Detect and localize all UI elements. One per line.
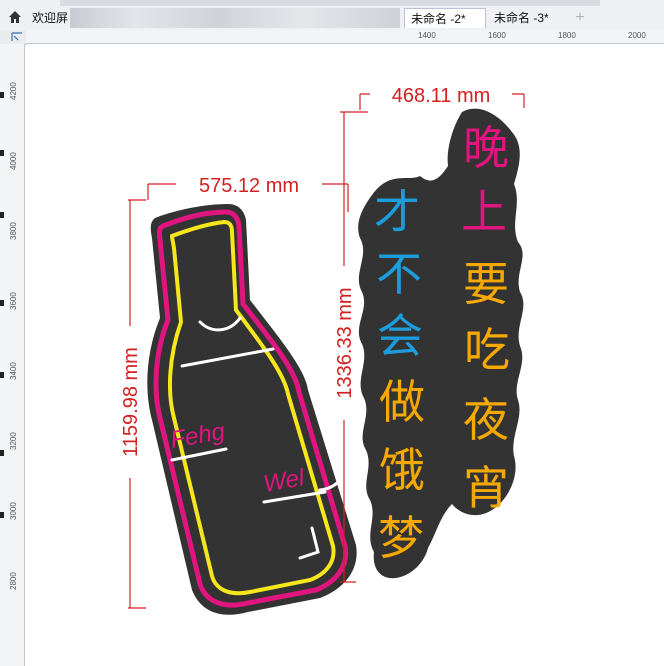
char-blue-2: 不 bbox=[376, 248, 422, 300]
ruler-marker bbox=[0, 450, 4, 456]
char-orange-left-1: 做 bbox=[379, 376, 425, 428]
document-tab-bar: 欢迎屏 未命名 -2* 未命名 -3* + bbox=[0, 0, 664, 31]
ruler-tick-label: 3800 bbox=[9, 222, 18, 240]
ruler-tick-label: 4000 bbox=[9, 152, 18, 170]
ruler-tick-label: 3200 bbox=[9, 432, 18, 450]
char-orange-right-1: 要 bbox=[463, 258, 509, 310]
text-neon-sign[interactable]: 才 不 会 做 饿 梦 晚 上 要 吃 夜 宵 bbox=[358, 108, 524, 579]
char-blue-3: 会 bbox=[377, 310, 423, 362]
text-height-dimension: 1336.33 mm bbox=[334, 287, 356, 398]
ruler-tick-label: 3600 bbox=[9, 292, 18, 310]
bottle-neon-sign[interactable]: Fehg Wel bbox=[147, 204, 357, 615]
char-pink-2: 上 bbox=[461, 186, 507, 238]
ruler-tick-label: 2800 bbox=[9, 572, 18, 590]
char-pink-1: 晚 bbox=[463, 122, 509, 174]
add-tab-button[interactable]: + bbox=[572, 10, 588, 26]
ruler-marker bbox=[0, 372, 4, 378]
tab-untitled-3[interactable]: 未命名 -3* bbox=[488, 8, 574, 28]
char-orange-right-2: 吃 bbox=[464, 324, 510, 376]
ruler-tick-label: 1400 bbox=[418, 31, 436, 40]
bottle-width-dimension: 575.12 mm bbox=[199, 175, 299, 197]
toolbar-strip bbox=[60, 0, 600, 6]
ruler-tick-label: 4200 bbox=[9, 82, 18, 100]
home-icon[interactable] bbox=[8, 10, 22, 24]
bottle-height-dimension: 1159.98 mm bbox=[120, 347, 142, 457]
ruler-tick-label: 3400 bbox=[9, 362, 18, 380]
design-canvas[interactable]: Fehg Wel 才 不 会 做 饿 梦 晚 上 要 吃 夜 宵 575.12 … bbox=[26, 45, 664, 666]
tab-welcome[interactable]: 欢迎屏 bbox=[26, 8, 70, 28]
ruler-marker bbox=[0, 150, 4, 156]
ruler-tick-label: 3000 bbox=[9, 502, 18, 520]
blurred-tab-area bbox=[70, 8, 400, 28]
ruler-marker bbox=[0, 512, 4, 518]
ruler-tick-label: 2000 bbox=[628, 31, 646, 40]
ruler-origin-icon bbox=[11, 32, 22, 41]
tab-untitled-2[interactable]: 未命名 -2* bbox=[404, 8, 486, 28]
ruler-tick-label: 1800 bbox=[558, 31, 576, 40]
char-orange-right-3: 夜 bbox=[463, 394, 509, 446]
ruler-marker bbox=[0, 92, 4, 98]
char-orange-left-3: 梦 bbox=[378, 512, 424, 564]
ruler-tick-label: 1600 bbox=[488, 31, 506, 40]
ruler-marker bbox=[0, 212, 4, 218]
char-orange-left-2: 饿 bbox=[379, 444, 425, 496]
text-width-dimension: 468.11 mm bbox=[392, 85, 491, 107]
char-orange-right-4: 宵 bbox=[463, 462, 509, 514]
bottle-board bbox=[147, 204, 357, 615]
char-blue-1: 才 bbox=[374, 186, 420, 238]
ruler-marker bbox=[0, 300, 4, 306]
